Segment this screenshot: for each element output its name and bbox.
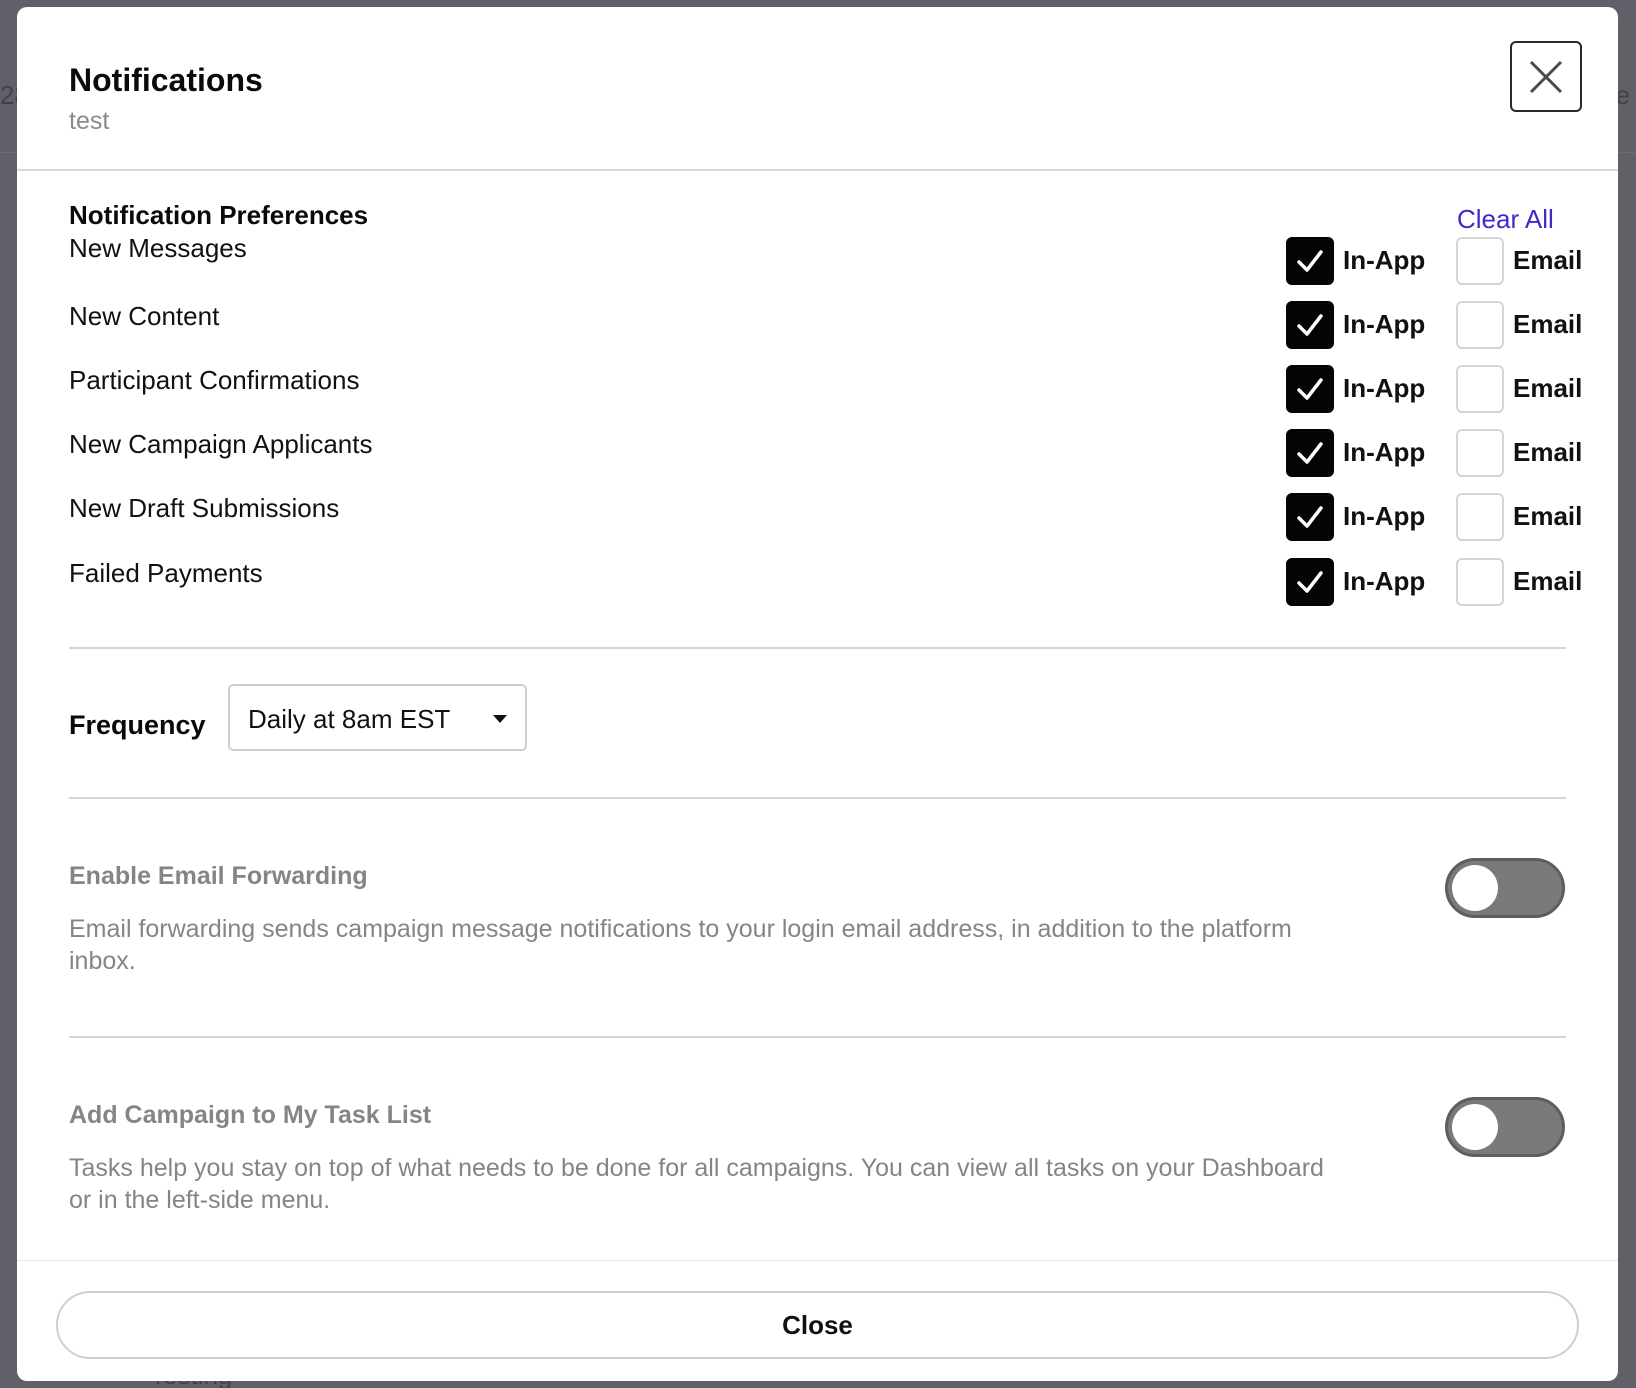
- in-app-label: In-App: [1343, 566, 1426, 596]
- preference-label: Participant Confirmations: [69, 365, 360, 395]
- frequency-selected-value: Daily at 8am EST: [248, 704, 451, 734]
- email-label: Email: [1513, 309, 1583, 339]
- in-app-label: In-App: [1343, 309, 1426, 339]
- preference-row: Failed Payments In-App Email: [69, 558, 1582, 606]
- email-checkbox[interactable]: [1456, 365, 1504, 413]
- notifications-modal: Notifications test Notification Preferen…: [17, 7, 1618, 1381]
- in-app-checkbox[interactable]: [1286, 365, 1334, 413]
- toggle-knob: [1452, 1104, 1498, 1150]
- backdrop-divider: [0, 152, 17, 153]
- close-icon: [1529, 60, 1563, 93]
- close-button[interactable]: Close: [56, 1291, 1579, 1359]
- email-forwarding-toggle[interactable]: [1445, 858, 1565, 918]
- divider: [69, 647, 1566, 649]
- divider: [69, 1036, 1566, 1038]
- email-checkbox[interactable]: [1456, 493, 1504, 541]
- clear-all-link[interactable]: Clear All: [1457, 204, 1554, 235]
- preference-label: New Campaign Applicants: [69, 429, 373, 459]
- task-list-title: Add Campaign to My Task List: [69, 1101, 432, 1129]
- email-forwarding-title: Enable Email Forwarding: [69, 862, 368, 890]
- check-icon: [1297, 250, 1323, 272]
- email-label: Email: [1513, 245, 1583, 275]
- divider: [69, 797, 1566, 799]
- preference-row: New Messages In-App Email: [69, 233, 1583, 285]
- email-label: Email: [1513, 373, 1583, 403]
- in-app-label: In-App: [1343, 501, 1426, 531]
- email-checkbox[interactable]: [1456, 429, 1504, 477]
- preference-row: New Content In-App Email: [69, 301, 1582, 349]
- toggle-knob: [1452, 865, 1498, 911]
- check-icon: [1297, 378, 1323, 400]
- preference-label: New Content: [69, 301, 220, 331]
- email-checkbox[interactable]: [1456, 558, 1504, 606]
- email-label: Email: [1513, 566, 1583, 596]
- modal-header: Notifications test: [17, 7, 1618, 171]
- in-app-checkbox[interactable]: [1286, 301, 1334, 349]
- in-app-checkbox[interactable]: [1286, 429, 1334, 477]
- modal-subtitle: test: [69, 107, 110, 135]
- email-forwarding-description: Email forwarding sends campaign message …: [69, 915, 1292, 975]
- preference-label: New Messages: [69, 233, 247, 263]
- preference-label: Failed Payments: [69, 558, 263, 588]
- in-app-label: In-App: [1343, 245, 1426, 275]
- in-app-checkbox[interactable]: [1286, 558, 1334, 606]
- caret-down-icon: [493, 715, 507, 723]
- check-icon: [1297, 571, 1323, 593]
- email-label: Email: [1513, 437, 1583, 467]
- email-checkbox[interactable]: [1456, 237, 1504, 285]
- in-app-label: In-App: [1343, 437, 1426, 467]
- email-label: Email: [1513, 501, 1583, 531]
- backdrop-divider: [1618, 152, 1636, 153]
- check-icon: [1297, 506, 1323, 528]
- modal-title: Notifications: [69, 62, 263, 98]
- modal-footer: Close: [17, 1260, 1618, 1381]
- preference-row: Participant Confirmations In-App Email: [69, 365, 1582, 413]
- modal-close-button[interactable]: [1510, 41, 1582, 112]
- in-app-label: In-App: [1343, 373, 1426, 403]
- frequency-select[interactable]: Daily at 8am EST: [228, 684, 527, 751]
- in-app-checkbox[interactable]: [1286, 493, 1334, 541]
- preferences-section-title: Notification Preferences: [69, 200, 369, 230]
- email-checkbox[interactable]: [1456, 301, 1504, 349]
- in-app-checkbox[interactable]: [1286, 237, 1334, 285]
- check-icon: [1297, 314, 1323, 336]
- check-icon: [1297, 442, 1323, 464]
- frequency-label: Frequency: [69, 710, 206, 740]
- task-list-toggle[interactable]: [1445, 1097, 1565, 1157]
- preference-row: New Draft Submissions In-App Email: [69, 493, 1582, 541]
- task-list-description: Tasks help you stay on top of what needs…: [69, 1154, 1324, 1214]
- preference-row: New Campaign Applicants In-App Email: [69, 429, 1582, 477]
- preference-label: New Draft Submissions: [69, 493, 340, 523]
